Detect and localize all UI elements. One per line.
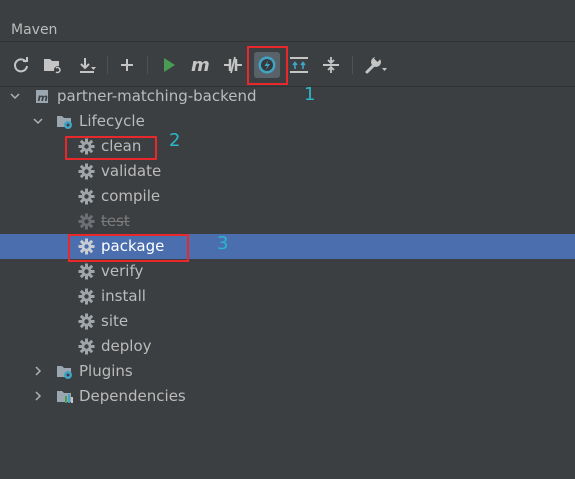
lifecycle-folder-icon	[57, 116, 72, 129]
tool-window-title: Maven	[11, 22, 58, 38]
execute-goal-icon[interactable]: m	[190, 54, 212, 76]
annotation-number-2: 2	[169, 130, 181, 151]
svg-text:m: m	[191, 56, 210, 74]
lifecycle-goal-site[interactable]: site	[0, 309, 575, 334]
chevron-down-icon[interactable]	[32, 115, 44, 127]
toolbar-separator	[107, 56, 108, 74]
collapse-all-icon[interactable]	[320, 54, 342, 76]
chevron-right-icon[interactable]	[32, 365, 44, 377]
add-icon[interactable]	[116, 54, 138, 76]
lifecycle-goal-install[interactable]: install	[0, 284, 575, 309]
plugins-folder-icon	[57, 366, 72, 379]
tool-window-header: Maven	[0, 0, 575, 42]
lifecycle-label: Lifecycle	[79, 112, 145, 130]
run-icon[interactable]	[158, 54, 180, 76]
annotation-number-3: 3	[217, 233, 229, 254]
gear-icon	[78, 263, 95, 280]
toolbar-separator	[147, 56, 148, 74]
gear-icon	[78, 213, 95, 230]
toolbar-separator	[352, 56, 353, 74]
dependencies-label: Dependencies	[79, 387, 186, 405]
toggle-offline-icon[interactable]	[222, 54, 244, 76]
goal-label: install	[101, 287, 146, 305]
gear-icon	[78, 338, 95, 355]
lifecycle-goal-compile[interactable]: compile	[0, 184, 575, 209]
annotation-box-package	[68, 234, 189, 262]
gear-icon	[78, 188, 95, 205]
tree-node-project[interactable]: m partner-matching-backend	[0, 84, 575, 109]
goal-label: deploy	[101, 337, 152, 355]
plugins-label: Plugins	[79, 362, 133, 380]
maven-project-icon: m	[36, 90, 48, 104]
show-dependencies-icon[interactable]	[288, 54, 310, 76]
gear-icon	[78, 288, 95, 305]
lifecycle-goal-deploy[interactable]: deploy	[0, 334, 575, 359]
tree-node-plugins[interactable]: Plugins	[0, 359, 575, 384]
annotation-number-1: 1	[304, 84, 316, 105]
gear-icon	[78, 163, 95, 180]
svg-text:m: m	[38, 93, 48, 104]
reload-icon[interactable]	[10, 54, 32, 76]
lifecycle-goal-validate[interactable]: validate	[0, 159, 575, 184]
gear-icon	[78, 313, 95, 330]
add-source-folder-icon[interactable]	[42, 54, 64, 76]
goal-label: verify	[101, 262, 144, 280]
annotation-box-clean	[65, 136, 157, 160]
chevron-right-icon[interactable]	[32, 390, 44, 402]
settings-wrench-icon[interactable]	[362, 54, 390, 76]
download-icon[interactable]	[76, 54, 98, 76]
lifecycle-goal-test[interactable]: test	[0, 209, 575, 234]
chevron-down-icon[interactable]	[9, 90, 21, 102]
tree-node-dependencies[interactable]: Dependencies	[0, 384, 575, 409]
lifecycle-goal-verify[interactable]: verify	[0, 259, 575, 284]
goal-label: compile	[101, 187, 161, 205]
goal-label-skipped: test	[101, 212, 130, 230]
goal-label: validate	[101, 162, 162, 180]
project-name: partner-matching-backend	[57, 87, 257, 105]
goal-label: site	[101, 312, 129, 330]
annotation-box-skip-tests	[247, 46, 288, 85]
dependencies-folder-icon	[57, 391, 73, 403]
tree-node-lifecycle[interactable]: Lifecycle	[0, 109, 575, 134]
